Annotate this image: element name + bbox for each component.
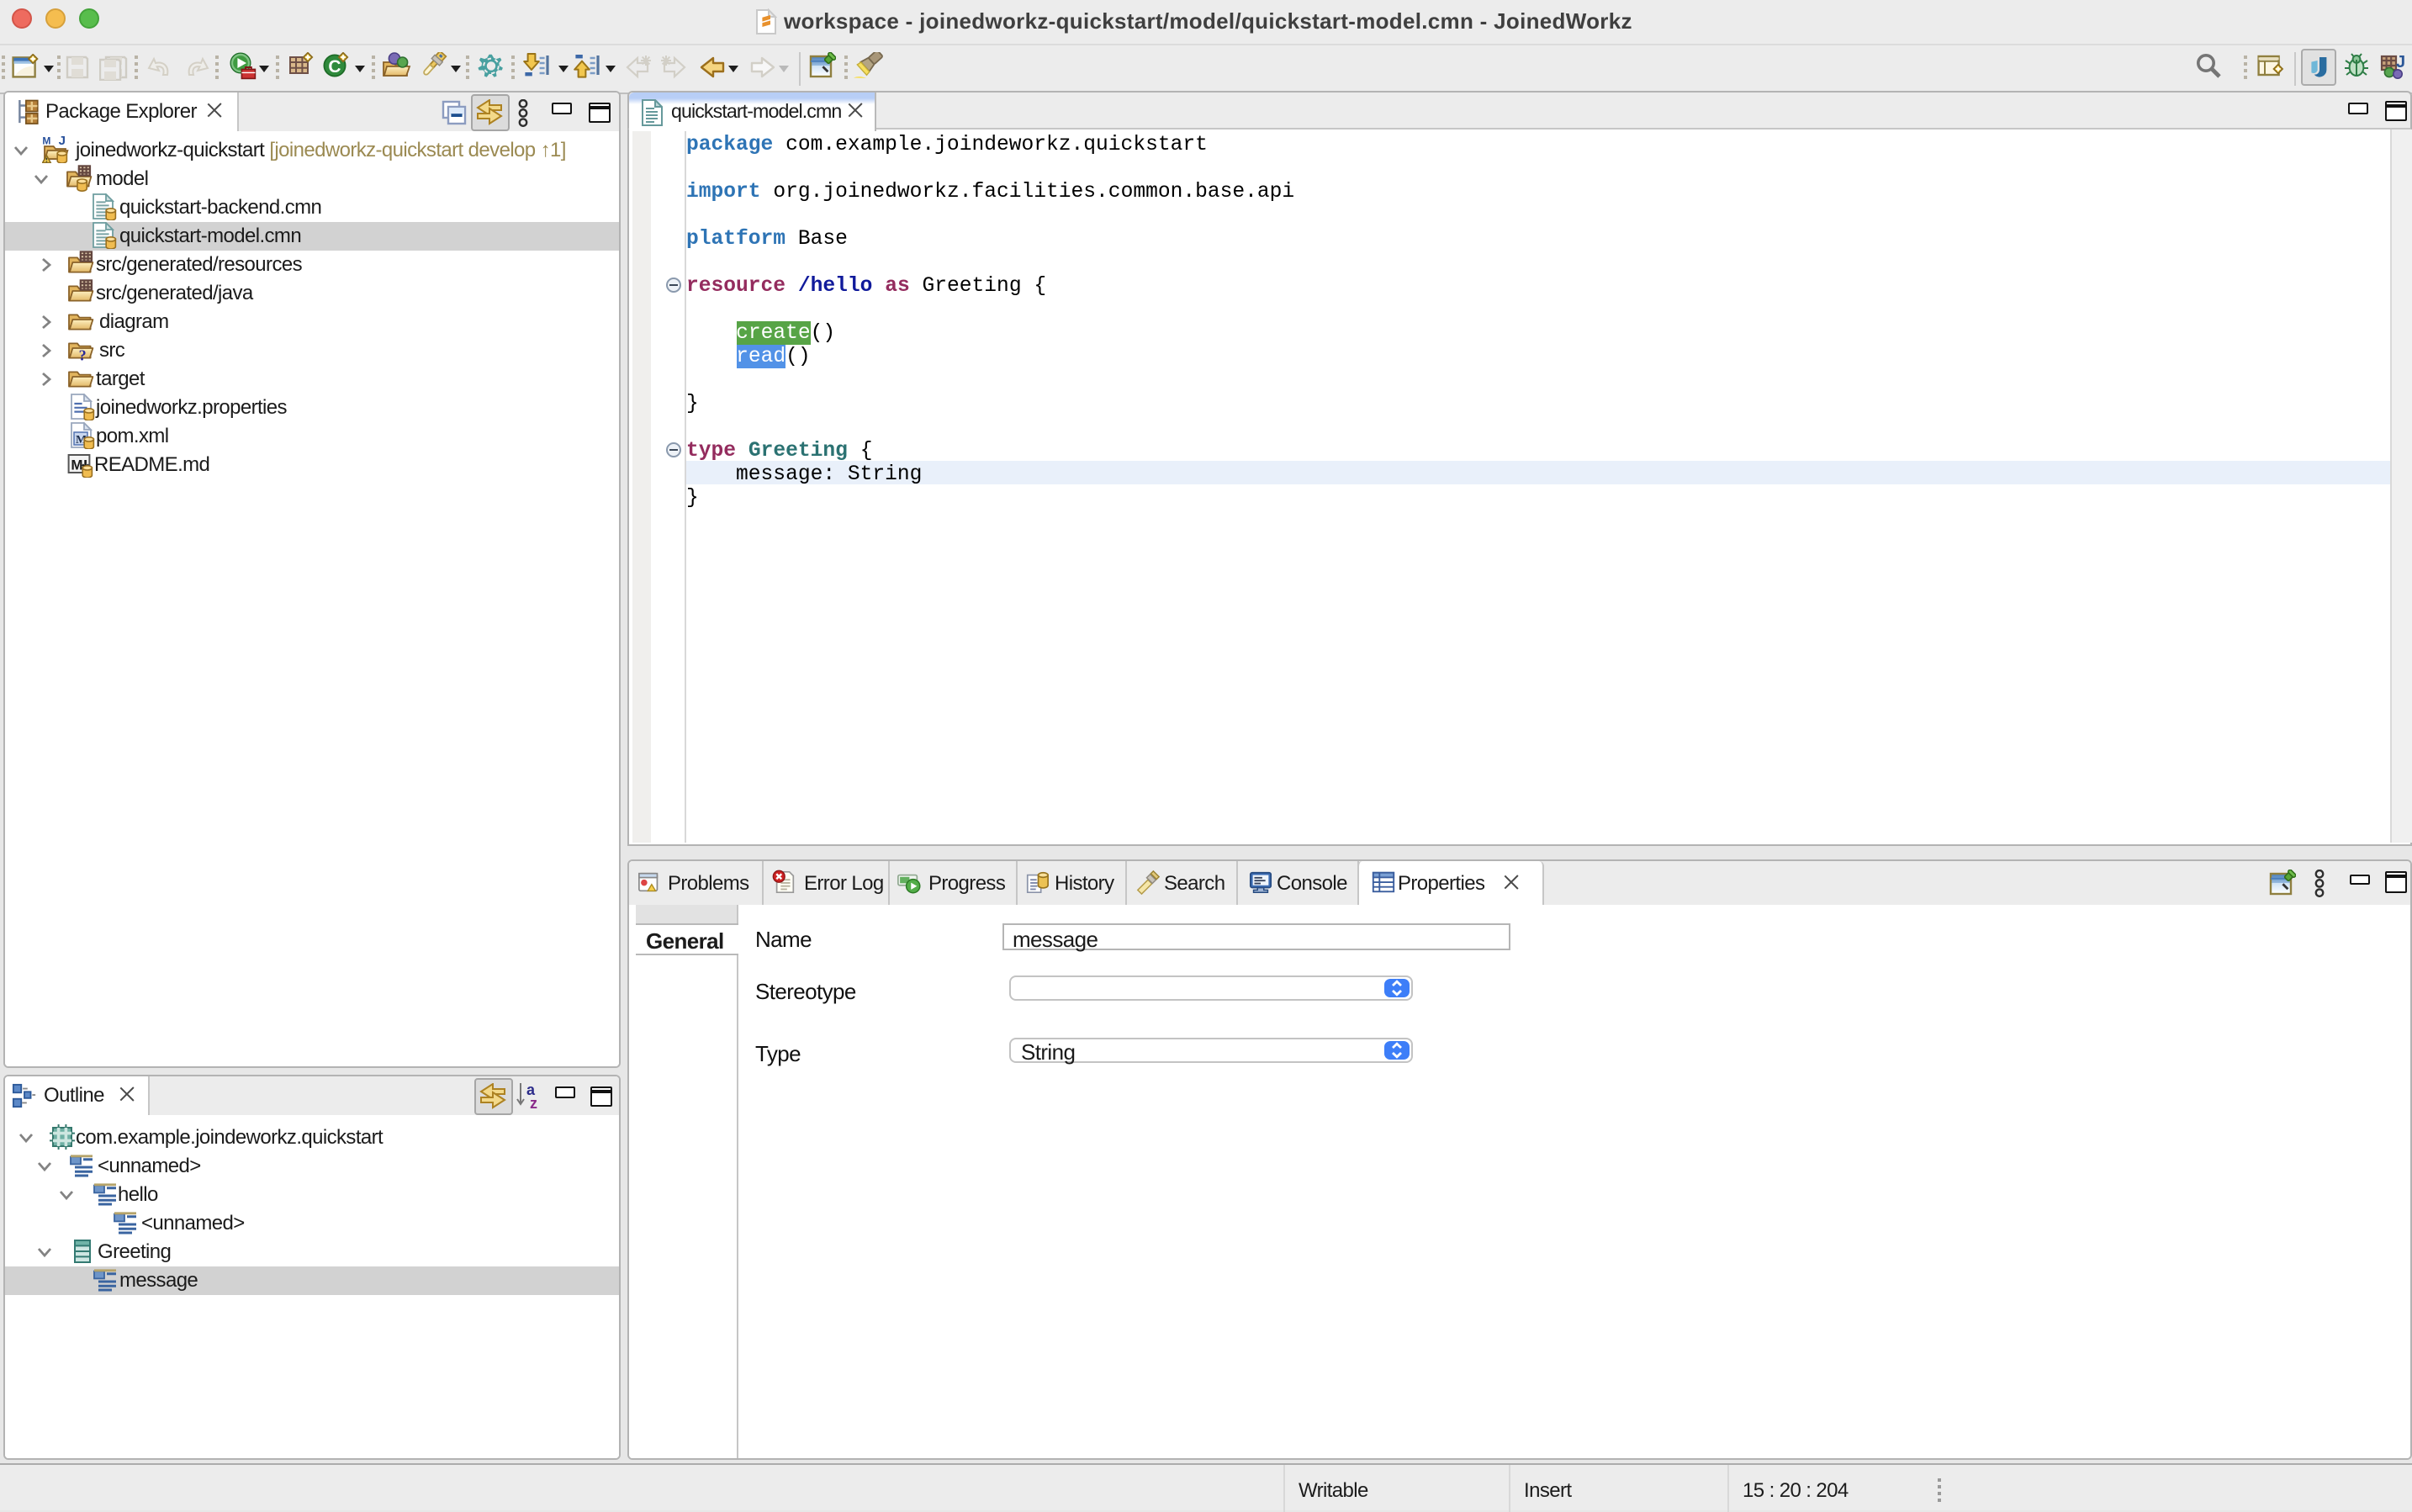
svg-text:z: z xyxy=(530,1095,537,1110)
